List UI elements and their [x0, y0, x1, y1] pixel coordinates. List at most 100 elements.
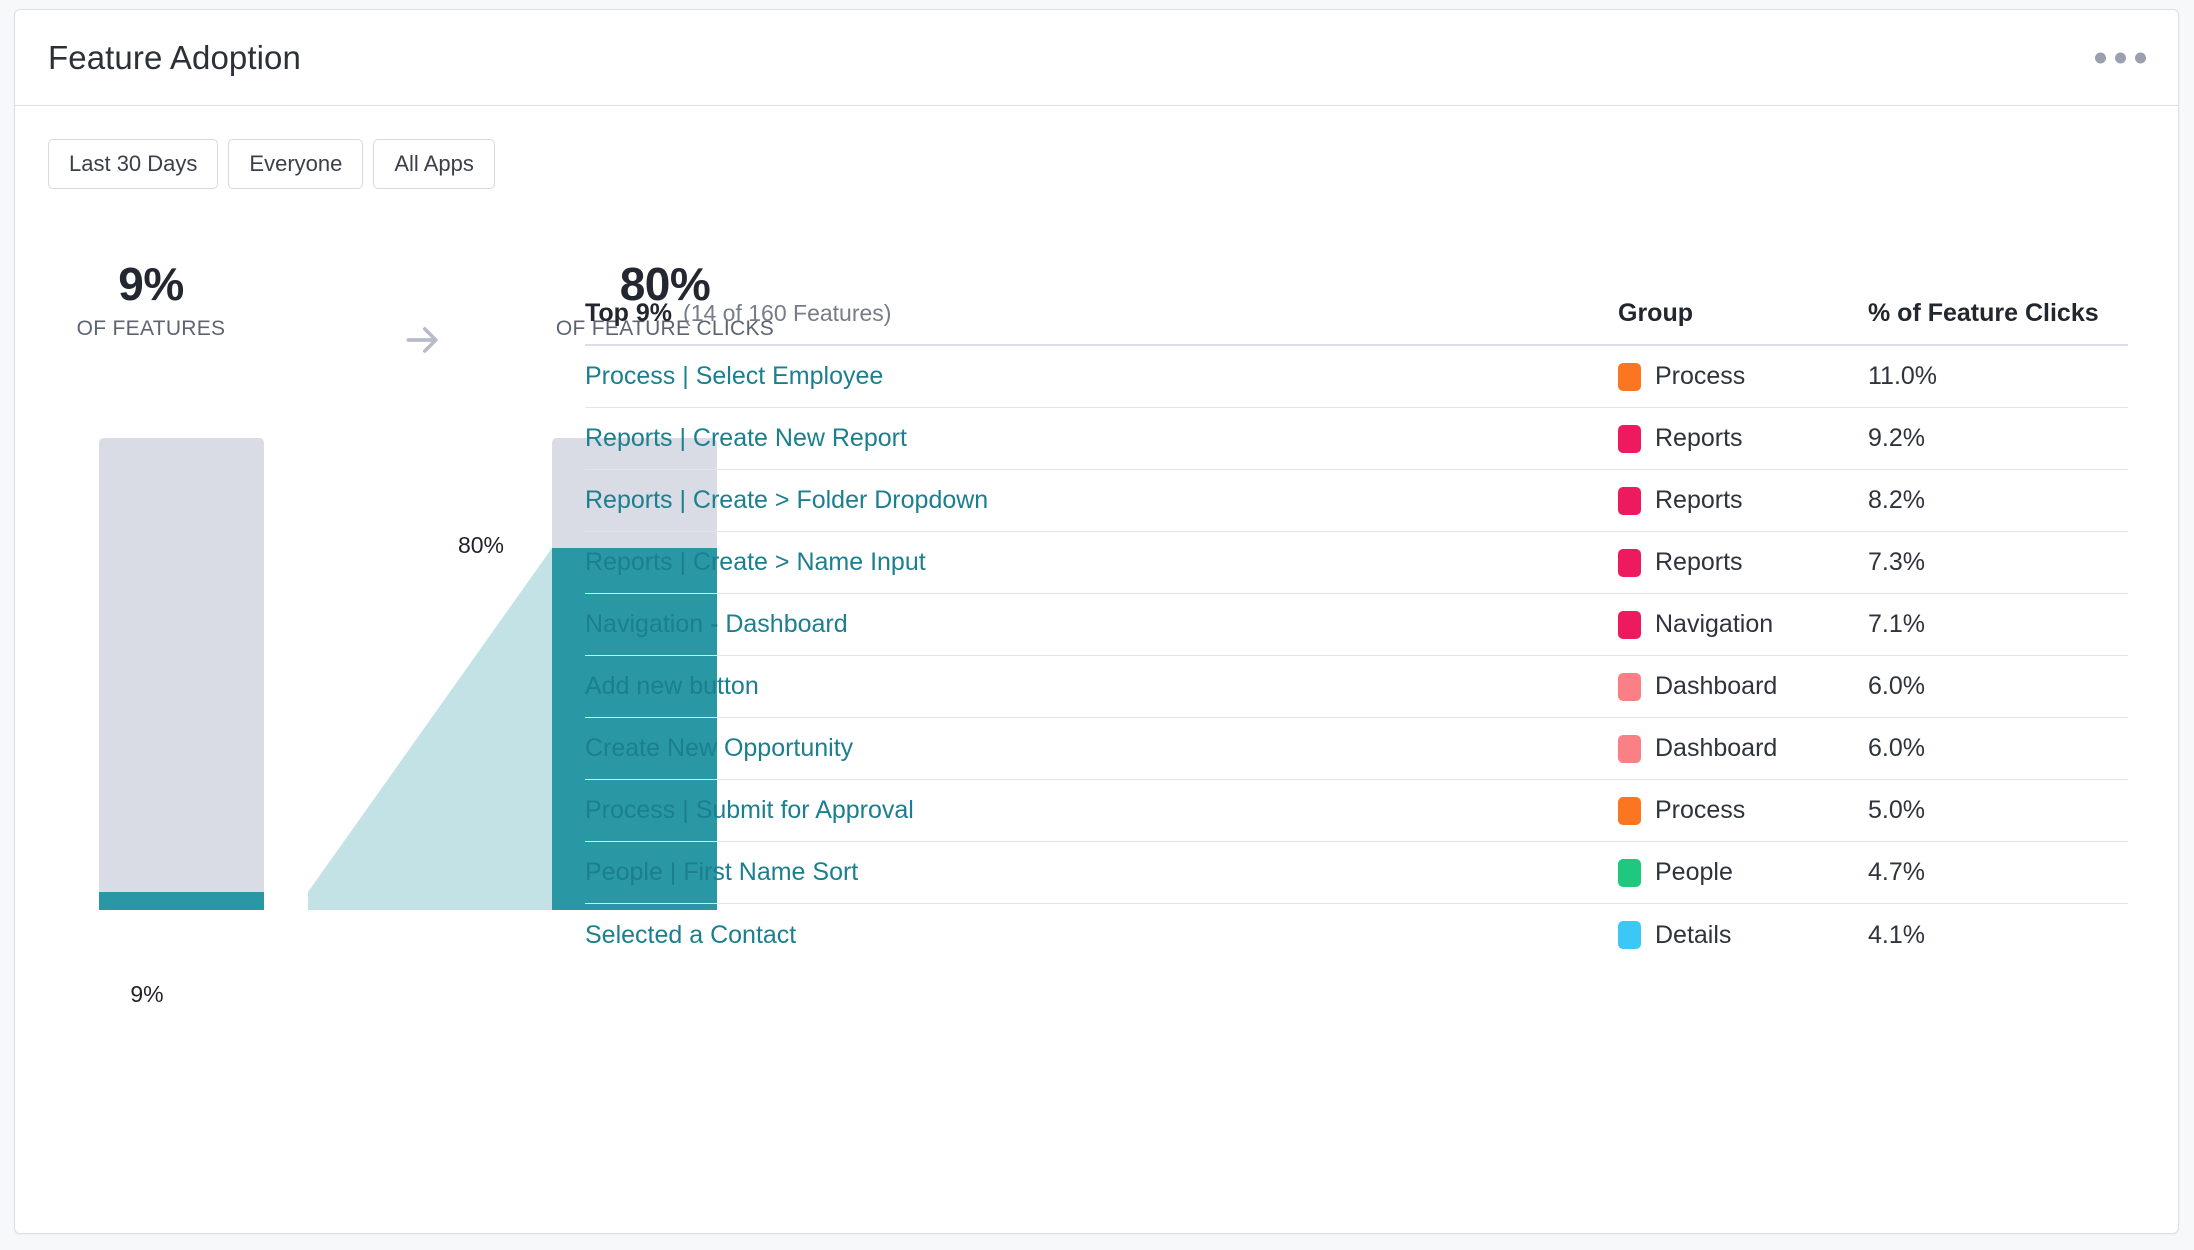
table-header-row: Top 9% (14 of 160 Features) Group % of F…: [585, 290, 2128, 346]
table-cell-group: People: [1618, 858, 1868, 887]
table-row: Process | Submit for Approval Process 5.0%: [585, 780, 2128, 842]
feature-link[interactable]: Navigation - Dashboard: [585, 610, 848, 638]
pct-value: 5.0%: [1868, 796, 1925, 824]
kebab-menu-icon[interactable]: [2087, 42, 2154, 73]
table-cell-pct: 4.1%: [1868, 921, 2128, 950]
table-cell-feature: Process | Select Employee: [585, 362, 1618, 391]
table-cell-pct: 7.1%: [1868, 610, 2128, 639]
funnel-features-caption: OF FEATURES: [1, 317, 301, 341]
table-row: Selected a Contact Details 4.1%: [585, 904, 2128, 966]
table-header-feature: Top 9% (14 of 160 Features): [585, 299, 1618, 328]
table-cell-feature: Create New Opportunity: [585, 734, 1618, 763]
group-name: Reports: [1655, 548, 1743, 577]
feature-link[interactable]: Process | Submit for Approval: [585, 796, 914, 824]
pct-value: 4.1%: [1868, 921, 1925, 949]
group-color-swatch-icon: [1618, 673, 1641, 701]
table-cell-pct: 6.0%: [1868, 734, 2128, 763]
table-row: Reports | Create > Name Input Reports 7.3%: [585, 532, 2128, 594]
table-cell-group: Reports: [1618, 548, 1868, 577]
group-name: Reports: [1655, 424, 1743, 453]
table-row: Reports | Create New Report Reports 9.2%: [585, 408, 2128, 470]
table-cell-feature: Reports | Create > Folder Dropdown: [585, 486, 1618, 515]
table-header-feature-count: (14 of 160 Features): [683, 300, 891, 327]
group-name: Process: [1655, 796, 1745, 825]
card-header: Feature Adoption: [15, 10, 2178, 106]
filter-bar: Last 30 Days Everyone All Apps: [48, 139, 495, 189]
table-cell-pct: 4.7%: [1868, 858, 2128, 887]
group-color-swatch-icon: [1618, 611, 1641, 639]
group-name: Dashboard: [1655, 734, 1777, 763]
filter-apps[interactable]: All Apps: [373, 139, 495, 189]
table-cell-group: Navigation: [1618, 610, 1868, 639]
feature-link[interactable]: Reports | Create New Report: [585, 424, 907, 452]
funnel-connector: [308, 548, 552, 910]
table-cell-pct: 9.2%: [1868, 424, 2128, 453]
table-header-group: Group: [1618, 299, 1868, 328]
table-cell-pct: 7.3%: [1868, 548, 2128, 577]
feature-link[interactable]: Selected a Contact: [585, 921, 796, 949]
table-cell-feature: Reports | Create New Report: [585, 424, 1618, 453]
feature-link[interactable]: Reports | Create > Folder Dropdown: [585, 486, 988, 514]
group-color-swatch-icon: [1618, 797, 1641, 825]
table-cell-pct: 6.0%: [1868, 672, 2128, 701]
feature-link[interactable]: Reports | Create > Name Input: [585, 548, 926, 576]
table-body: Process | Select Employee Process 11.0% Rep…: [585, 346, 2128, 966]
group-name: Process: [1655, 362, 1745, 391]
group-name: Dashboard: [1655, 672, 1777, 701]
table-cell-group: Process: [1618, 362, 1868, 391]
table-row: Process | Select Employee Process 11.0%: [585, 346, 2128, 408]
group-color-swatch-icon: [1618, 921, 1641, 949]
group-name: Reports: [1655, 486, 1743, 515]
feature-link[interactable]: Create New Opportunity: [585, 734, 853, 762]
table-cell-feature: Process | Submit for Approval: [585, 796, 1618, 825]
page-title: Feature Adoption: [48, 39, 301, 77]
feature-link[interactable]: People | First Name Sort: [585, 858, 858, 886]
filter-date-range[interactable]: Last 30 Days: [48, 139, 218, 189]
kebab-dot: [2095, 52, 2106, 63]
table-header-feature-label: Top 9%: [585, 299, 672, 328]
group-color-swatch-icon: [1618, 363, 1641, 391]
kebab-dot: [2135, 52, 2146, 63]
filter-audience[interactable]: Everyone: [228, 139, 363, 189]
table-row: Navigation - Dashboard Navigation 7.1%: [585, 594, 2128, 656]
funnel-bar-label-clicks: 80%: [395, 532, 567, 559]
feature-link[interactable]: Add new button: [585, 672, 759, 700]
pct-value: 8.2%: [1868, 486, 1925, 514]
feature-link[interactable]: Process | Select Employee: [585, 362, 883, 390]
funnel-features-value: 9%: [1, 260, 301, 308]
pct-value: 6.0%: [1868, 734, 1925, 762]
group-name: People: [1655, 858, 1733, 887]
table-cell-group: Reports: [1618, 424, 1868, 453]
table-cell-group: Dashboard: [1618, 672, 1868, 701]
table-cell-pct: 5.0%: [1868, 796, 2128, 825]
table-cell-pct: 11.0%: [1868, 362, 2128, 391]
pct-value: 9.2%: [1868, 424, 1925, 452]
table-cell-group: Reports: [1618, 486, 1868, 515]
kebab-dot: [2115, 52, 2126, 63]
table-cell-feature: Navigation - Dashboard: [585, 610, 1618, 639]
arrow-right-icon: [401, 318, 445, 362]
funnel-bar-label-features: 9%: [61, 981, 233, 1008]
group-color-swatch-icon: [1618, 735, 1641, 763]
feature-adoption-card: Feature Adoption Last 30 Days Everyone A…: [14, 9, 2179, 1234]
table-row: Create New Opportunity Dashboard 6.0%: [585, 718, 2128, 780]
table-cell-pct: 8.2%: [1868, 486, 2128, 515]
group-color-swatch-icon: [1618, 425, 1641, 453]
pct-value: 4.7%: [1868, 858, 1925, 886]
table-row: People | First Name Sort People 4.7%: [585, 842, 2128, 904]
group-name: Navigation: [1655, 610, 1773, 639]
table-cell-group: Dashboard: [1618, 734, 1868, 763]
table-cell-group: Process: [1618, 796, 1868, 825]
table-cell-feature: Add new button: [585, 672, 1618, 701]
table-cell-feature: Selected a Contact: [585, 921, 1618, 950]
funnel-stat-features: 9% OF FEATURES: [1, 260, 301, 341]
group-color-swatch-icon: [1618, 859, 1641, 887]
group-color-swatch-icon: [1618, 487, 1641, 515]
table-row: Add new button Dashboard 6.0%: [585, 656, 2128, 718]
group-name: Details: [1655, 921, 1731, 950]
table-cell-feature: People | First Name Sort: [585, 858, 1618, 887]
pct-value: 7.1%: [1868, 610, 1925, 638]
group-color-swatch-icon: [1618, 549, 1641, 577]
pct-value: 11.0%: [1868, 362, 1937, 390]
table-cell-group: Details: [1618, 921, 1868, 950]
